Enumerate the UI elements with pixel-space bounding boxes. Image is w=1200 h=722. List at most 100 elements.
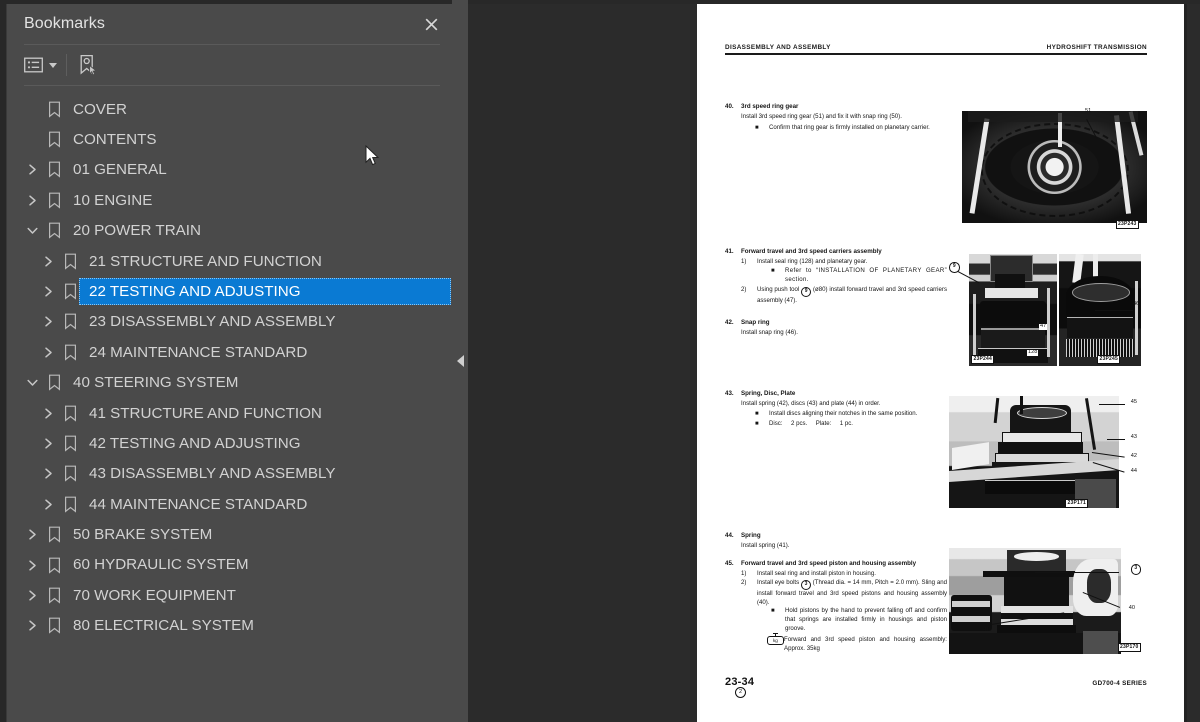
section-43-paragraph: Install spring (42), discs (43) and plat…: [741, 400, 881, 408]
bookmark-item-80-electrical-system[interactable]: 80 ELECTRICAL SYSTEM: [7, 611, 457, 641]
section-43: 43. Spring, Disc, Plate Install spring (…: [725, 390, 947, 428]
section-44-number: 44.: [725, 532, 734, 539]
callout-43: 43: [1130, 434, 1137, 440]
bookmark-item-23-disassembly-and-assembly[interactable]: 23 DISASSEMBLY AND ASSEMBLY: [7, 307, 457, 337]
bookmark-icon: [59, 253, 81, 270]
chevron-right-icon[interactable]: [37, 428, 59, 458]
bookmark-item-10-engine[interactable]: 10 ENGINE: [7, 185, 457, 215]
section-41-step-1-bullet: Refer to “INSTALLATION OF PLANETARY GEAR…: [785, 266, 947, 283]
toolbar-divider: [66, 54, 67, 76]
bookmark-tree[interactable]: COVER CONTENTS 01 GENERAL 10 ENGINE 20 POWER…: [7, 86, 457, 722]
section-42: 42. Snap ring Install snap ring (46).: [725, 319, 947, 338]
section-41: 41. Forward travel and 3rd speed carrier…: [725, 248, 947, 306]
bookmark-icon: [43, 192, 65, 209]
bookmark-item-43-disassembly-and-assembly[interactable]: 43 DISASSEMBLY AND ASSEMBLY: [7, 459, 457, 489]
section-40-number: 40.: [725, 103, 734, 110]
revision-marker: 2: [735, 687, 746, 698]
callout-40: 40: [1128, 605, 1135, 611]
section-41-number: 41.: [725, 248, 734, 255]
bookmark-icon: [59, 496, 81, 513]
chevron-right-icon[interactable]: [37, 246, 59, 276]
chevron-right-icon[interactable]: [37, 459, 59, 489]
bookmark-item-42-testing-and-adjusting[interactable]: 42 TESTING AND ADJUSTING: [7, 428, 457, 458]
bookmark-item-50-brake-system[interactable]: 50 BRAKE SYSTEM: [7, 519, 457, 549]
series-label: GD700-4 SERIES: [1092, 680, 1147, 687]
bookmark-item-60-hydraulic-system[interactable]: 60 HYDRAULIC SYSTEM: [7, 550, 457, 580]
section-45-step-2-number: 2): [741, 578, 747, 586]
bookmark-item-22-testing-and-adjusting[interactable]: 22 TESTING AND ADJUSTING: [7, 276, 457, 306]
chevron-right-icon[interactable]: [21, 185, 43, 215]
leader-line: [1099, 404, 1125, 405]
chevron-right-icon[interactable]: [21, 611, 43, 641]
bookmark-icon: [43, 617, 65, 634]
callout-47: 47: [1039, 323, 1048, 330]
section-45-title: Forward travel and 3rd speed piston and …: [741, 560, 917, 567]
bookmark-icon: [59, 313, 81, 331]
bookmark-item-40-steering-system[interactable]: 40 STEERING SYSTEM: [7, 368, 457, 398]
pdf-reader-window: Bookmarks COVER CONTENTS 01 GENERAL 10 E…: [0, 0, 1200, 722]
chevron-right-icon[interactable]: [37, 277, 59, 307]
bookmark-item-01-general[interactable]: 01 GENERAL: [7, 155, 457, 185]
chevron-right-icon[interactable]: [21, 580, 43, 610]
chevron-right-icon[interactable]: [21, 550, 43, 580]
chevron-right-icon[interactable]: [21, 520, 43, 550]
bookmark-item-cover[interactable]: COVER: [7, 94, 457, 124]
new-bookmark-icon[interactable]: [78, 50, 98, 80]
section-41-title: Forward travel and 3rd speed carriers as…: [741, 248, 882, 255]
callout-51: 51: [1085, 108, 1092, 114]
bookmark-item-20-power-train[interactable]: 20 POWER TRAIN: [7, 216, 457, 246]
section-44-title: Spring: [741, 532, 761, 539]
section-45-weight-note: Forward and 3rd speed piston and housing…: [784, 636, 947, 652]
bookmark-item-41-structure-and-function[interactable]: 41 STRUCTURE AND FUNCTION: [7, 398, 457, 428]
bookmark-icon: [43, 101, 65, 118]
leader-line: [1095, 310, 1133, 311]
chevron-right-icon[interactable]: [37, 489, 59, 519]
bookmark-icon: [43, 557, 65, 574]
figure-23P243: 51 23P243: [957, 103, 1147, 231]
bookmark-item-70-work-equipment[interactable]: 70 WORK EQUIPMENT: [7, 580, 457, 610]
section-40-bullet-1: Confirm that ring gear is firmly install…: [769, 123, 930, 131]
section-41-step-2-text: Using push tool 9 (ø80) install forward …: [757, 286, 947, 305]
figure-23P170: 3 40 41 23P170: [947, 542, 1147, 660]
chevron-down-icon: [49, 62, 57, 68]
chevron-down-icon[interactable]: [21, 216, 43, 246]
weight-icon: kg: [767, 633, 784, 646]
bookmark-icon: [43, 222, 65, 239]
section-42-number: 42.: [725, 319, 734, 326]
tool-ref-3: 3: [800, 579, 811, 590]
leader-line: [1035, 572, 1119, 573]
document-viewer[interactable]: DISASSEMBLY AND ASSEMBLY HYDROSHIFT TRAN…: [468, 4, 1200, 722]
twisty-placeholder: [21, 94, 43, 124]
chevron-down-icon[interactable]: [21, 368, 43, 398]
callout-41: 41: [983, 627, 990, 633]
section-43-title: Spring, Disc, Plate: [741, 390, 796, 397]
close-icon[interactable]: [417, 10, 445, 38]
list-options-icon[interactable]: [24, 50, 57, 80]
bookmark-item-contents[interactable]: CONTENTS: [7, 124, 457, 154]
section-45-step-1-text: Install seal ring and install piston in …: [757, 570, 876, 578]
bullet-icon: ■: [771, 267, 775, 274]
bookmark-label: 41 STRUCTURE AND FUNCTION: [89, 404, 322, 422]
page-header-right: HYDROSHIFT TRANSMISSION: [1046, 44, 1147, 51]
bookmark-item-44-maintenance-standard[interactable]: 44 MAINTENANCE STANDARD: [7, 489, 457, 519]
bookmark-label: 50 BRAKE SYSTEM: [73, 526, 213, 544]
chevron-right-icon[interactable]: [37, 337, 59, 367]
bookmark-label: 44 MAINTENANCE STANDARD: [89, 495, 308, 513]
collapse-panel-handle[interactable]: [452, 0, 468, 722]
bookmark-label: 70 WORK EQUIPMENT: [73, 586, 236, 604]
bookmark-label: COVER: [73, 100, 128, 118]
bookmark-label: 21 STRUCTURE AND FUNCTION: [89, 252, 322, 270]
twisty-placeholder: [21, 125, 43, 155]
bookmark-icon: [59, 435, 81, 452]
bookmark-item-21-structure-and-function[interactable]: 21 STRUCTURE AND FUNCTION: [7, 246, 457, 276]
callout-3: 3: [1130, 564, 1141, 575]
callout-44: 44: [1130, 468, 1137, 474]
bookmark-label: 23 DISASSEMBLY AND ASSEMBLY: [89, 313, 336, 331]
chevron-right-icon[interactable]: [21, 155, 43, 185]
page-header: DISASSEMBLY AND ASSEMBLY HYDROSHIFT TRAN…: [725, 44, 1147, 55]
section-45-number: 45.: [725, 560, 734, 567]
bookmark-icon: [43, 374, 65, 391]
chevron-right-icon[interactable]: [37, 307, 59, 337]
chevron-right-icon[interactable]: [37, 398, 59, 428]
bookmark-item-24-maintenance-standard[interactable]: 24 MAINTENANCE STANDARD: [7, 337, 457, 367]
